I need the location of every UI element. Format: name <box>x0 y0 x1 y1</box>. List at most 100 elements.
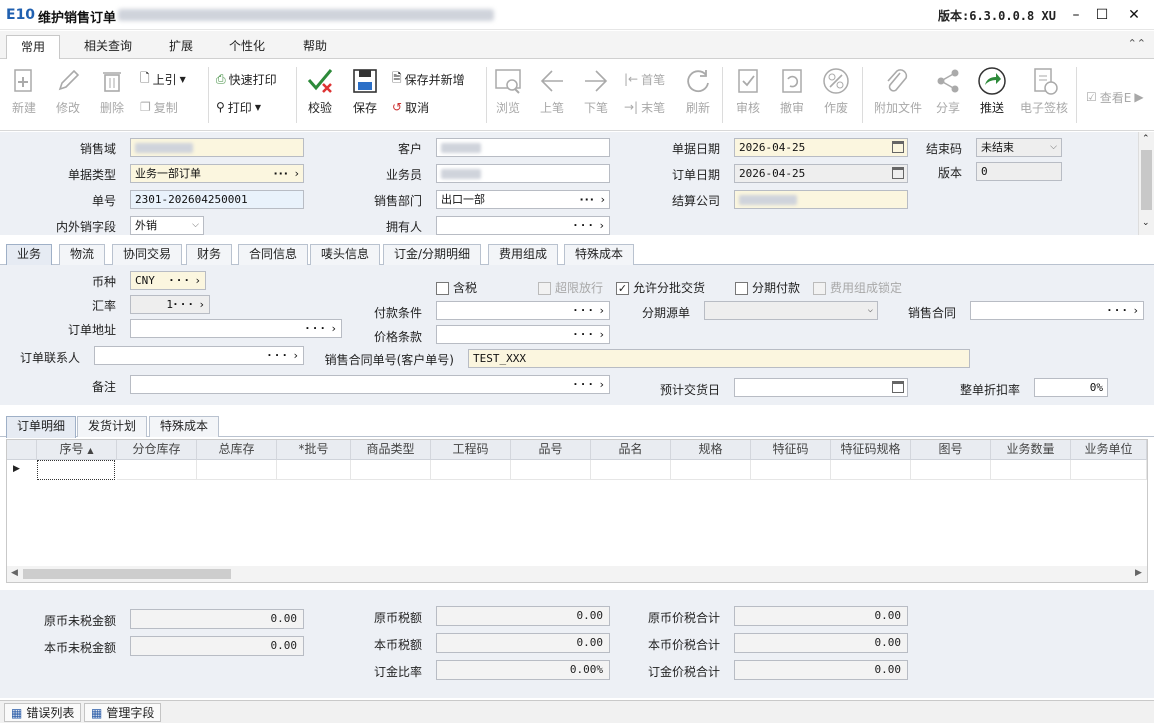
in-out-select[interactable]: 外销 ⌵ <box>130 216 204 235</box>
new-button[interactable]: 新建 <box>4 65 44 116</box>
quick-print-button[interactable]: ⎙ 快速打印 <box>216 69 277 89</box>
tab-finance[interactable]: 财务 <box>186 244 233 265</box>
contract-no-field[interactable]: TEST_XXX <box>468 349 970 368</box>
grid-header-biz-unit[interactable]: 业务单位 <box>1071 440 1147 460</box>
doc-no-field[interactable]: 2301-202604250001 <box>130 190 304 209</box>
tax-included-checkbox[interactable]: 含税 <box>436 279 477 296</box>
tab-common[interactable]: 常用 <box>6 35 61 60</box>
edit-button[interactable]: 修改 <box>48 65 88 116</box>
rate-field[interactable]: 1 ··· › <box>130 295 210 314</box>
chevron-right-icon[interactable]: › <box>598 326 605 343</box>
minimize-icon[interactable]: – <box>1064 4 1088 26</box>
copy-button[interactable]: ❐ 复制 <box>140 97 178 117</box>
salesman-field[interactable] <box>436 164 610 183</box>
scroll-right-icon[interactable]: ▶ <box>1135 568 1142 578</box>
more-icon[interactable]: ··· <box>1106 302 1129 319</box>
grid-cell[interactable] <box>117 460 197 480</box>
owner-field[interactable]: ··· › <box>436 216 610 235</box>
calendar-icon[interactable] <box>892 141 904 153</box>
grid-header-item-no[interactable]: 品号 <box>511 440 591 460</box>
more-icon[interactable]: ··· <box>172 296 195 313</box>
collapse-ribbon-icon[interactable]: ⌃⌃ <box>1128 37 1146 50</box>
more-icon[interactable]: ··· <box>572 302 595 319</box>
fee-lock-checkbox[interactable]: 费用组成锁定 <box>813 279 902 296</box>
grid-cell[interactable] <box>1071 460 1147 480</box>
scroll-down-icon[interactable]: ⌄ <box>1142 218 1150 228</box>
sales-contract-field[interactable]: ··· › <box>970 301 1144 320</box>
customer-field[interactable] <box>436 138 610 157</box>
revision-field[interactable]: 0 <box>976 162 1062 181</box>
grid-cell[interactable] <box>991 460 1071 480</box>
void-button[interactable]: 作废 <box>816 65 856 116</box>
order-date-field[interactable]: 2026-04-25 <box>734 164 908 183</box>
chevron-right-icon[interactable]: › <box>292 347 299 364</box>
over-release-checkbox[interactable]: 超限放行 <box>538 279 603 296</box>
print-button[interactable]: ⚲ 打印 ▼ <box>216 97 261 117</box>
grid-header-drawing-no[interactable]: 图号 <box>911 440 991 460</box>
grid-cell[interactable] <box>277 460 351 480</box>
more-icon[interactable]: ··· <box>304 320 327 337</box>
close-code-select[interactable]: 未结束 ⌵ <box>976 138 1062 157</box>
doc-date-field[interactable]: 2026-04-25 <box>734 138 908 157</box>
delete-button[interactable]: 删除 <box>92 65 132 116</box>
more-icon[interactable]: ··· <box>579 191 595 208</box>
last-record-button[interactable]: →| 末笔 <box>624 97 665 117</box>
tab-deposit-installment[interactable]: 订金/分期明细 <box>383 244 482 265</box>
chevron-right-icon[interactable]: › <box>295 165 299 182</box>
more-icon[interactable]: ··· <box>168 272 191 289</box>
maximize-icon[interactable]: ☐ <box>1090 4 1114 26</box>
tab-order-detail[interactable]: 订单明细 <box>6 416 77 438</box>
tab-related-query[interactable]: 相关查询 <box>70 35 146 59</box>
more-icon[interactable]: ··· <box>572 326 595 343</box>
error-list-button[interactable]: ▦ 错误列表 <box>4 703 82 722</box>
push-button[interactable]: 推送 <box>972 65 1012 116</box>
grid-header-total-stock[interactable]: 总库存 <box>197 440 277 460</box>
expected-delivery-field[interactable] <box>734 378 908 397</box>
grid-header-feature-spec[interactable]: 特征码规格 <box>831 440 911 460</box>
tab-special-cost-grid[interactable]: 特殊成本 <box>149 416 220 437</box>
calendar-icon[interactable] <box>892 381 904 393</box>
import-button[interactable]: 🗋 上引 ▼ <box>140 69 186 89</box>
more-icon[interactable]: ··· <box>572 217 595 234</box>
tab-special-cost[interactable]: 特殊成本 <box>564 244 635 265</box>
grid-cell[interactable] <box>511 460 591 480</box>
installment-checkbox[interactable]: 分期付款 <box>735 279 800 296</box>
grid-cell[interactable] <box>831 460 911 480</box>
chevron-right-icon[interactable]: › <box>330 320 337 337</box>
approve-button[interactable]: 审核 <box>728 65 768 116</box>
browse-button[interactable]: 浏览 <box>488 65 528 116</box>
tab-extend[interactable]: 扩展 <box>155 35 207 59</box>
more-icon[interactable]: ··· <box>273 165 289 182</box>
grid-cell[interactable] <box>911 460 991 480</box>
grid-header-spec[interactable]: 规格 <box>671 440 751 460</box>
chevron-right-icon[interactable]: › <box>601 191 605 208</box>
grid-cell[interactable] <box>351 460 431 480</box>
grid-cell[interactable] <box>431 460 511 480</box>
sales-domain-field[interactable] <box>130 138 304 157</box>
prev-record-button[interactable]: 上笔 <box>532 65 572 116</box>
save-button[interactable]: 保存 <box>345 65 385 116</box>
price-terms-field[interactable]: ··· › <box>436 325 610 344</box>
scroll-thumb[interactable] <box>23 569 231 579</box>
tab-collab-trade[interactable]: 协同交易 <box>112 244 183 265</box>
grid-cell[interactable] <box>197 460 277 480</box>
remark-field[interactable]: ··· › <box>130 375 610 394</box>
check-button[interactable]: 校验 <box>300 65 340 116</box>
order-contact-field[interactable]: ··· › <box>94 346 304 365</box>
grid-header-biz-qty[interactable]: 业务数量 <box>991 440 1071 460</box>
tab-contract-info[interactable]: 合同信息 <box>238 244 309 265</box>
tab-help[interactable]: 帮助 <box>289 35 341 59</box>
chevron-right-icon[interactable]: › <box>194 272 201 289</box>
grid-header-feature-code[interactable]: 特征码 <box>751 440 831 460</box>
first-record-button[interactable]: |← 首笔 <box>624 69 665 89</box>
header-scrollbar[interactable]: ⌃ ⌄ <box>1138 132 1154 235</box>
grid-header-batch[interactable]: *批号 <box>277 440 351 460</box>
tab-logistics[interactable]: 物流 <box>59 244 106 265</box>
share-button[interactable]: 分享 <box>928 65 968 116</box>
settle-company-field[interactable] <box>734 190 908 209</box>
calendar-icon[interactable] <box>892 167 904 179</box>
more-icon[interactable]: ··· <box>572 376 595 393</box>
grid-header-project-code[interactable]: 工程码 <box>431 440 511 460</box>
grid-cell-seq[interactable] <box>37 460 115 480</box>
scroll-left-icon[interactable]: ◀ <box>11 568 18 578</box>
